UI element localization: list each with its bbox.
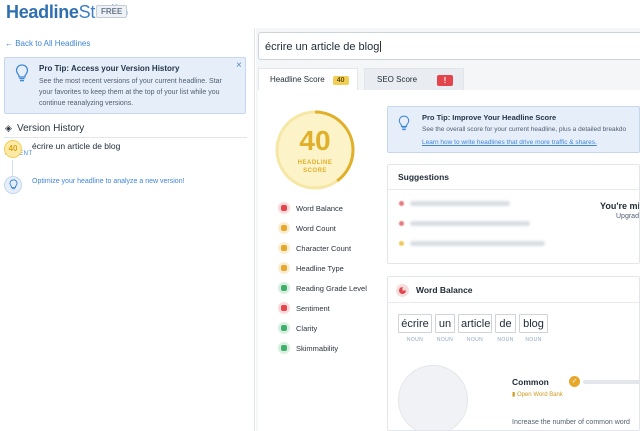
word-balance-icon <box>278 202 290 214</box>
common-words-advice: Increase the number of common word <box>512 419 630 426</box>
word-balance-card: Word Balance écrire NOUN un NOUN article NOUN… <box>387 276 640 431</box>
lightbulb-icon <box>398 115 410 131</box>
score-caption-line1: HEADLINE <box>297 160 333 166</box>
word-balance-icon <box>396 284 409 297</box>
metric-label: Character Count <box>296 244 352 253</box>
metric-status-mark <box>281 205 287 211</box>
skimmability-icon <box>278 342 290 354</box>
tip-title: Pro Tip: Access your Version History <box>39 64 180 73</box>
word-part-of-speech: NOUN <box>497 337 514 343</box>
text-caret <box>380 41 382 52</box>
tab-label: SEO Score <box>377 75 418 84</box>
left-panel: ← Back to All Headlines Pro Tip: Access … <box>0 28 255 431</box>
blurred-suggestion <box>410 221 530 226</box>
common-words-label: Common <box>512 377 549 387</box>
history-item-title[interactable]: écrire un article de blog <box>32 141 120 151</box>
suggestion-status-dot <box>399 201 404 206</box>
suggestions-title: Suggestions <box>398 172 450 182</box>
headline-score-caption: HEADLINE SCORE <box>274 159 356 175</box>
suggestions-card: Suggestions You're mi Upgrad <box>387 164 640 264</box>
tab-headline-score[interactable]: Headline Score 40 <box>258 68 358 90</box>
learn-more-link[interactable]: Learn how to write headlines that drive … <box>422 139 597 146</box>
divider <box>388 189 639 190</box>
headline-score-value: 40 <box>299 125 331 156</box>
word-bank-label: Open Word Bank <box>516 392 563 398</box>
word-chip: article <box>458 314 492 333</box>
warning-icon: ! <box>437 75 454 86</box>
metric-label: Skimmability <box>296 344 339 353</box>
tab-label: Headline Score <box>270 75 325 84</box>
tip-body: See the overall score for your current h… <box>422 126 627 133</box>
upgrade-link[interactable]: Upgrad <box>616 213 639 220</box>
metric-status-mark <box>281 225 287 231</box>
common-words-bar <box>583 380 639 384</box>
word-chip: écrire <box>398 314 432 333</box>
headline-input[interactable]: écrire un article de blog <box>258 32 640 60</box>
open-word-bank-link[interactable]: ▮ Open Word Bank <box>512 391 563 398</box>
word-part-of-speech: NOUN <box>436 337 454 343</box>
blurred-suggestion <box>410 241 545 246</box>
metric-status-mark <box>281 265 287 271</box>
metric-label: Sentiment <box>296 304 330 313</box>
character-count-icon <box>278 242 290 254</box>
word-part-of-speech: NOUN <box>525 337 542 343</box>
timeline-line <box>12 160 13 176</box>
metric-status-mark <box>281 305 287 311</box>
tab-score-badge: 40 <box>332 76 349 85</box>
close-icon[interactable]: × <box>236 60 242 71</box>
headline-type-icon <box>278 262 290 274</box>
word-chip: blog <box>519 314 548 333</box>
reading-grade-icon <box>278 282 290 294</box>
metric-status-mark <box>281 345 287 351</box>
layers-icon: ◈ <box>5 123 12 133</box>
version-history-label: Version History <box>17 123 85 134</box>
tip-title: Pro Tip: Improve Your Headline Score <box>422 113 557 122</box>
metric-status-mark <box>281 245 287 251</box>
word-part-of-speech: NOUN <box>466 337 484 343</box>
metric-label: Reading Grade Level <box>296 284 367 293</box>
suggestion-status-dot <box>399 221 404 226</box>
check-icon: ✓ <box>569 376 580 387</box>
sentiment-icon <box>278 302 290 314</box>
metric-label: Headline Type <box>296 264 344 273</box>
score-caption-line2: SCORE <box>303 168 327 174</box>
missing-out-heading: You're mi <box>600 201 640 211</box>
word-balance-title: Word Balance <box>416 285 473 295</box>
logo-text: Headline <box>6 2 79 22</box>
word-count-icon <box>278 222 290 234</box>
blurred-suggestion <box>410 201 510 206</box>
word-chip: de <box>495 314 516 333</box>
divider <box>388 302 639 303</box>
word-part-of-speech: NOUN <box>406 337 424 343</box>
clarity-icon <box>278 322 290 334</box>
tip-body: See the most recent versions of your cur… <box>39 78 222 107</box>
metric-label: Word Count <box>296 224 336 233</box>
top-bar: HeadlineStudio FREE <box>0 0 640 28</box>
metric-label: Clarity <box>296 324 318 333</box>
headline-score-tip: Pro Tip: Improve Your Headline Score See… <box>387 106 640 153</box>
metric-status-mark <box>281 325 287 331</box>
history-score-badge: 40 <box>4 140 22 158</box>
lightbulb-icon <box>4 176 22 194</box>
plan-badge: FREE <box>96 5 128 18</box>
optimize-headline-link[interactable]: Optimize your headline to analyze a new … <box>32 178 185 185</box>
tab-seo-score[interactable]: SEO Score! <box>364 68 464 90</box>
word-chip: un <box>435 314 455 333</box>
version-history-heading: ◈ Version History <box>5 123 84 134</box>
word-balance-chart <box>398 365 468 430</box>
metric-label: Word Balance <box>296 204 343 213</box>
version-history-tip: Pro Tip: Access your Version History See… <box>4 57 246 114</box>
back-to-headlines-link[interactable]: ← Back to All Headlines <box>5 39 90 48</box>
lightbulb-icon <box>15 64 29 82</box>
headline-input-value: écrire un article de blog <box>265 41 380 53</box>
divider <box>4 137 247 138</box>
suggestion-status-dot <box>399 241 404 246</box>
metric-status-mark <box>281 285 287 291</box>
